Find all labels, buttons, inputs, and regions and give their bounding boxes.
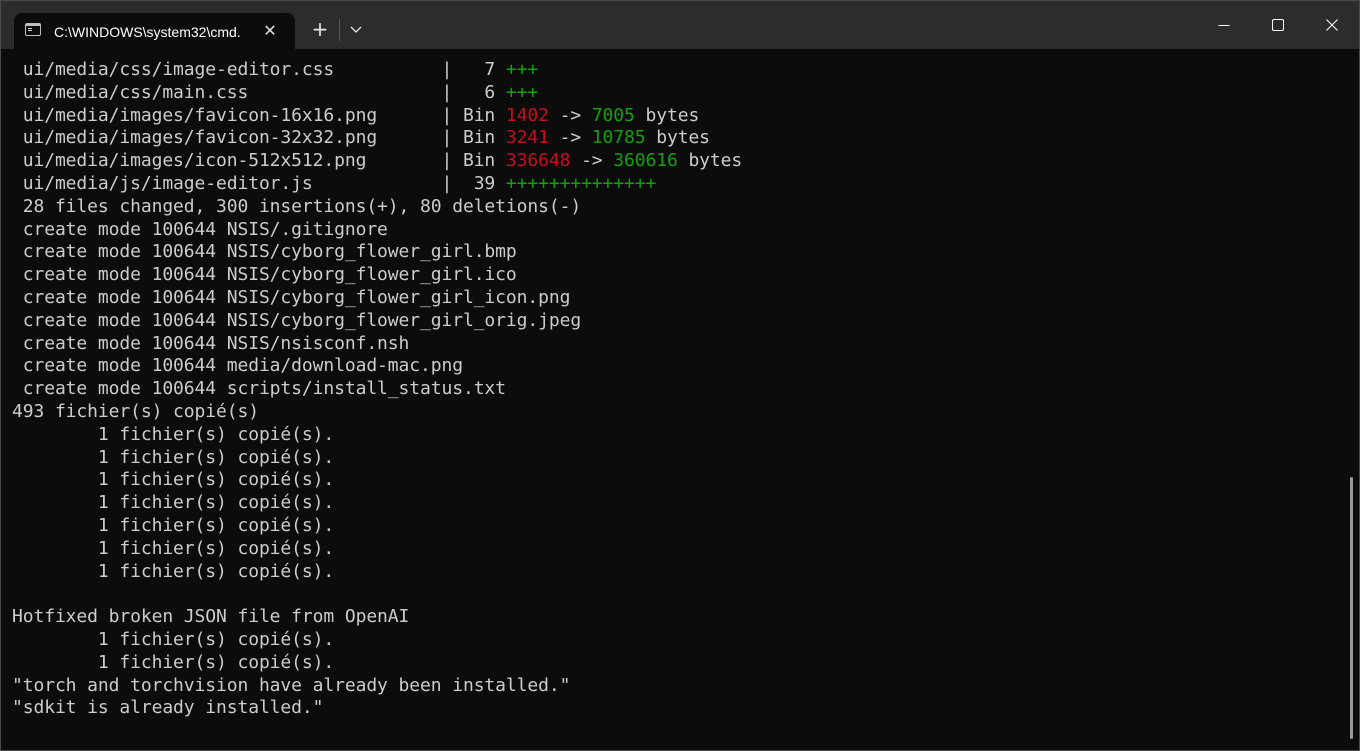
close-icon xyxy=(1326,19,1338,31)
new-tab-button[interactable]: + xyxy=(305,15,335,45)
terminal-line: create mode 100644 scripts/install_statu… xyxy=(1,378,1341,401)
output-text: ui/media/images/favicon-32x32.png | Bin xyxy=(12,127,506,149)
terminal-line: create mode 100644 NSIS/cyborg_flower_gi… xyxy=(1,241,1341,264)
output-text: -> xyxy=(548,127,592,149)
output-text: "sdkit is already installed." xyxy=(12,697,324,719)
output-text: 1 fichier(s) copié(s). xyxy=(12,651,335,673)
output-text: create mode 100644 media/download-mac.pn… xyxy=(12,355,463,377)
output-text: Hotfixed broken JSON file from OpenAI xyxy=(12,606,410,628)
terminal-line: 1 fichier(s) copié(s). xyxy=(1,447,1341,470)
close-button[interactable] xyxy=(1305,1,1359,49)
output-text: create mode 100644 NSIS/cyborg_flower_gi… xyxy=(12,286,571,308)
output-text: ui/media/css/main.css | 6 xyxy=(12,81,506,103)
terminal-line: ui/media/images/icon-512x512.png | Bin 3… xyxy=(1,150,1341,173)
terminal-line: 1 fichier(s) copié(s). xyxy=(1,538,1341,561)
maximize-icon xyxy=(1272,19,1284,31)
output-text: 1 fichier(s) copié(s). xyxy=(12,514,335,536)
output-text: bytes xyxy=(677,150,743,172)
output-text: -> xyxy=(570,150,614,172)
terminal-line: create mode 100644 NSIS/cyborg_flower_gi… xyxy=(1,287,1341,310)
output-text: create mode 100644 NSIS/.gitignore xyxy=(12,218,388,240)
output-text: -> xyxy=(548,104,592,126)
output-text: 1 fichier(s) copié(s). xyxy=(12,423,335,445)
terminal-line: "torch and torchvision have already been… xyxy=(1,675,1341,698)
output-text: 1 fichier(s) copié(s). xyxy=(12,446,335,468)
terminal-line: create mode 100644 NSIS/cyborg_flower_gi… xyxy=(1,264,1341,287)
terminal-line: ui/media/js/image-editor.js | 39 +++++++… xyxy=(1,173,1341,196)
output-text: create mode 100644 NSIS/cyborg_flower_gi… xyxy=(12,309,582,331)
output-text: 1 fichier(s) copié(s). xyxy=(12,628,335,650)
terminal-icon xyxy=(25,23,41,36)
terminal-line: ui/media/images/favicon-16x16.png | Bin … xyxy=(1,105,1341,128)
output-text: "torch and torchvision have already been… xyxy=(12,674,571,696)
insertion-text: +++ xyxy=(505,81,539,103)
terminal-line: create mode 100644 NSIS/.gitignore xyxy=(1,219,1341,242)
tab-separator xyxy=(339,19,340,41)
terminal-line: 1 fichier(s) copié(s). xyxy=(1,561,1341,584)
terminal-line: 1 fichier(s) copié(s). xyxy=(1,652,1341,675)
output-text: ui/media/css/image-editor.css | 7 xyxy=(12,59,506,80)
output-text: create mode 100644 NSIS/cyborg_flower_gi… xyxy=(12,264,517,286)
maximize-button[interactable] xyxy=(1251,1,1305,49)
terminal-line: create mode 100644 NSIS/cyborg_flower_gi… xyxy=(1,310,1341,333)
terminal-line: ui/media/css/image-editor.css | 7 +++ xyxy=(1,59,1341,82)
terminal-output[interactable]: ui/media/css/image-editor.css | 7 +++ ui… xyxy=(1,59,1341,749)
insertion-text: 360616 xyxy=(613,150,678,172)
terminal-line: create mode 100644 media/download-mac.pn… xyxy=(1,355,1341,378)
output-text: create mode 100644 NSIS/nsisconf.nsh xyxy=(12,332,410,354)
terminal-line: 1 fichier(s) copié(s). xyxy=(1,492,1341,515)
minimize-icon xyxy=(1218,25,1230,26)
chevron-down-icon xyxy=(350,26,362,33)
output-text: 28 files changed, 300 insertions(+), 80 … xyxy=(12,195,582,217)
output-text: ui/media/images/favicon-16x16.png | Bin xyxy=(12,104,506,126)
output-text: ui/media/images/icon-512x512.png | Bin xyxy=(12,150,506,172)
deletion-text: 336648 xyxy=(505,150,571,172)
output-text: 1 fichier(s) copié(s). xyxy=(12,560,335,582)
deletion-text: 1402 xyxy=(505,104,549,126)
terminal-line: 28 files changed, 300 insertions(+), 80 … xyxy=(1,196,1341,219)
minimize-button[interactable] xyxy=(1197,1,1251,49)
terminal-line: ui/media/css/main.css | 6 +++ xyxy=(1,82,1341,105)
tab-cmd[interactable]: C:\WINDOWS\system32\cmd. ✕ xyxy=(14,13,295,49)
output-text: bytes xyxy=(634,104,700,126)
terminal-line: ui/media/images/favicon-32x32.png | Bin … xyxy=(1,127,1341,150)
terminal-line: 1 fichier(s) copié(s). xyxy=(1,515,1341,538)
tab-close-button[interactable]: ✕ xyxy=(260,21,280,41)
output-text: create mode 100644 scripts/install_statu… xyxy=(12,378,506,400)
insertion-text: 7005 xyxy=(591,104,635,126)
tab-title: C:\WINDOWS\system32\cmd. xyxy=(54,24,241,40)
output-text: ui/media/js/image-editor.js | 39 xyxy=(12,172,506,194)
scrollbar-thumb[interactable] xyxy=(1350,477,1353,739)
terminal-line: 493 fichier(s) copié(s) xyxy=(1,401,1341,424)
title-bar[interactable]: C:\WINDOWS\system32\cmd. ✕ + xyxy=(1,1,1359,49)
terminal-line: "sdkit is already installed." xyxy=(1,697,1341,720)
insertion-text: ++++++++++++++ xyxy=(505,172,657,194)
insertion-text: 10785 xyxy=(591,127,646,149)
tab-dropdown-button[interactable] xyxy=(343,15,369,45)
output-text: bytes xyxy=(645,127,710,149)
deletion-text: 3241 xyxy=(505,127,549,149)
terminal-window: C:\WINDOWS\system32\cmd. ✕ + ui/media/cs… xyxy=(0,0,1360,751)
output-text: 1 fichier(s) copié(s). xyxy=(12,492,335,514)
insertion-text: +++ xyxy=(505,59,539,80)
output-text: create mode 100644 NSIS/cyborg_flower_gi… xyxy=(12,241,517,263)
terminal-line: 1 fichier(s) copié(s). xyxy=(1,424,1341,447)
terminal-line: 1 fichier(s) copié(s). xyxy=(1,469,1341,492)
terminal-line: create mode 100644 NSIS/nsisconf.nsh xyxy=(1,333,1341,356)
output-text: 1 fichier(s) copié(s). xyxy=(12,537,335,559)
terminal-line: Hotfixed broken JSON file from OpenAI xyxy=(1,606,1341,629)
output-text: 493 fichier(s) copié(s) xyxy=(12,400,259,422)
terminal-line: 1 fichier(s) copié(s). xyxy=(1,629,1341,652)
output-text: 1 fichier(s) copié(s). xyxy=(12,469,335,491)
